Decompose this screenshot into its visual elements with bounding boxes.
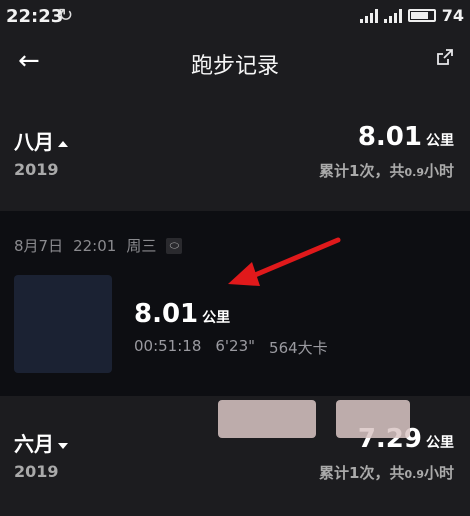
month-distance: 8.01 公里 <box>357 122 454 152</box>
month-summary-august[interactable]: 八月 2019 8.01 公里 累计1次，共0.9小时 <box>0 122 470 196</box>
shoe-tag-icon: ⬭ <box>166 237 183 254</box>
share-icon[interactable] <box>436 48 454 66</box>
run-datetime: 8月7日 22:01 周三 ⬭ <box>14 235 183 256</box>
status-bar: 22:23 ↻ 74 <box>0 0 470 34</box>
signal-icon-2 <box>383 8 402 23</box>
route-map-thumbnail[interactable] <box>14 275 112 373</box>
month-name: 六月 <box>14 428 68 457</box>
battery-level: 74 <box>441 6 464 25</box>
run-details: 00:51:18 6'23" 564大卡 <box>134 337 328 358</box>
blur-overlay <box>336 400 410 438</box>
sync-icon: ↻ <box>58 5 74 26</box>
month-year: 2019 <box>14 160 59 179</box>
run-time: 22:01 <box>73 236 117 255</box>
run-duration: 00:51:18 <box>134 337 202 355</box>
blur-overlay <box>218 400 316 438</box>
signal-icon <box>359 8 378 23</box>
expand-arrow-icon <box>58 442 68 449</box>
run-pace: 6'23" <box>215 337 256 355</box>
month-stats: 累计1次，共0.9小时 <box>319 464 454 482</box>
annotation-arrow-icon <box>228 237 341 286</box>
run-distance: 8.01 公里 <box>134 299 231 329</box>
run-calories: 564大卡 <box>269 339 328 357</box>
run-date: 8月7日 <box>14 237 64 255</box>
month-stats: 累计1次，共0.9小时 <box>319 162 454 180</box>
status-time: 22:23 <box>6 6 64 27</box>
collapse-arrow-icon <box>58 140 68 147</box>
month-name: 八月 <box>14 126 68 155</box>
page-title: 跑步记录 <box>190 54 279 79</box>
month-summary-june[interactable]: 六月 2019 7.29 公里 累计1次，共0.9小时 <box>0 424 470 498</box>
month-year: 2019 <box>14 462 59 481</box>
battery-icon <box>407 9 436 22</box>
nav-bar: ← 跑步记录 <box>0 40 470 86</box>
run-weekday: 周三 <box>126 237 157 255</box>
status-indicators: 74 <box>359 6 464 25</box>
